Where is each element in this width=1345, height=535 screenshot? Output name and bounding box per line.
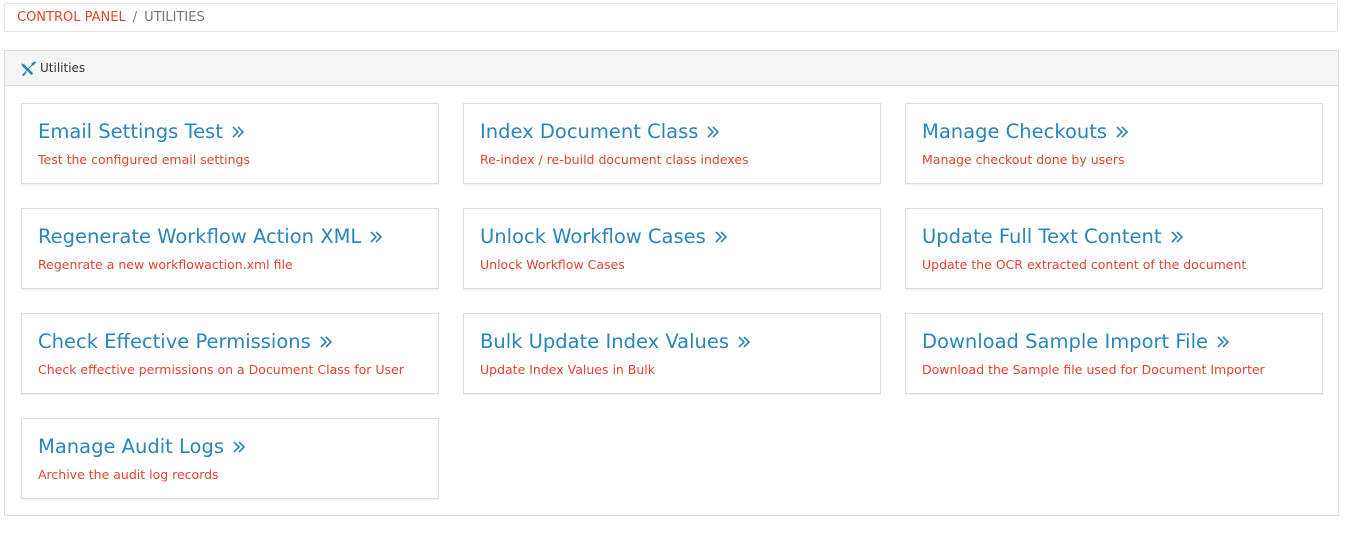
double-chevron-right-icon [1216,335,1230,349]
card-description: Update the OCR extracted content of the … [922,257,1247,272]
breadcrumb: CONTROL PANEL / UTILITIES [4,3,1338,32]
card-title[interactable]: Manage Checkouts [922,120,1129,143]
double-chevron-right-icon [1170,230,1184,244]
card-regenerate-workflow-action-xml[interactable]: Regenerate Workflow Action XML Regenrate… [21,208,439,289]
breadcrumb-control-panel-link[interactable]: CONTROL PANEL [17,10,126,25]
panel-header: Utilities [5,51,1338,86]
card-bulk-update-index-values[interactable]: Bulk Update Index Values Update Index Va… [463,313,881,394]
double-chevron-right-icon [737,335,751,349]
card-description: Regenrate a new workflowaction.xml file [38,257,293,272]
card-title-text[interactable]: Manage Audit Logs [38,435,224,458]
card-title-text[interactable]: Unlock Workflow Cases [480,225,706,248]
card-title[interactable]: Bulk Update Index Values [480,330,751,353]
double-chevron-right-icon [231,125,245,139]
card-title-text[interactable]: Index Document Class [480,120,698,143]
card-email-settings-test[interactable]: Email Settings Test Test the configured … [21,103,439,184]
card-description: Manage checkout done by users [922,152,1125,167]
double-chevron-right-icon [319,335,333,349]
card-index-document-class[interactable]: Index Document Class Re-index / re-build… [463,103,881,184]
double-chevron-right-icon [714,230,728,244]
card-description: Check effective permissions on a Documen… [38,362,404,377]
card-manage-checkouts[interactable]: Manage Checkouts Manage checkout done by… [905,103,1323,184]
panel-title: Utilities [40,61,86,75]
card-description: Unlock Workflow Cases [480,257,625,272]
card-title[interactable]: Email Settings Test [38,120,245,143]
breadcrumb-current: UTILITIES [144,10,205,25]
double-chevron-right-icon [369,230,383,244]
card-title[interactable]: Manage Audit Logs [38,435,246,458]
double-chevron-right-icon [232,440,246,454]
card-unlock-workflow-cases[interactable]: Unlock Workflow Cases Unlock Workflow Ca… [463,208,881,289]
double-chevron-right-icon [706,125,720,139]
card-check-effective-permissions[interactable]: Check Effective Permissions Check effect… [21,313,439,394]
tools-icon [20,60,37,77]
utilities-panel: Utilities Email Settings Test Test the c… [4,50,1339,516]
card-manage-audit-logs[interactable]: Manage Audit Logs Archive the audit log … [21,418,439,499]
card-title[interactable]: Unlock Workflow Cases [480,225,728,248]
card-description: Archive the audit log records [38,467,219,482]
card-title[interactable]: Download Sample Import File [922,330,1230,353]
card-title-text[interactable]: Download Sample Import File [922,330,1208,353]
card-title[interactable]: Check Effective Permissions [38,330,333,353]
card-description: Download the Sample file used for Docume… [922,362,1265,377]
card-title-text[interactable]: Manage Checkouts [922,120,1107,143]
card-title[interactable]: Index Document Class [480,120,720,143]
card-description: Re-index / re-build document class index… [480,152,749,167]
card-title-text[interactable]: Bulk Update Index Values [480,330,729,353]
card-title-text[interactable]: Regenerate Workflow Action XML [38,225,361,248]
card-title[interactable]: Regenerate Workflow Action XML [38,225,383,248]
card-description: Test the configured email settings [38,152,251,167]
card-update-full-text-content[interactable]: Update Full Text Content Update the OCR … [905,208,1323,289]
double-chevron-right-icon [1115,125,1129,139]
card-description: Update Index Values in Bulk [480,362,656,377]
card-download-sample-import-file[interactable]: Download Sample Import File Download the… [905,313,1323,394]
card-title-text[interactable]: Check Effective Permissions [38,330,311,353]
card-title-text[interactable]: Email Settings Test [38,120,223,143]
card-title-text[interactable]: Update Full Text Content [922,225,1162,248]
card-title[interactable]: Update Full Text Content [922,225,1184,248]
breadcrumb-separator: / [132,10,138,25]
